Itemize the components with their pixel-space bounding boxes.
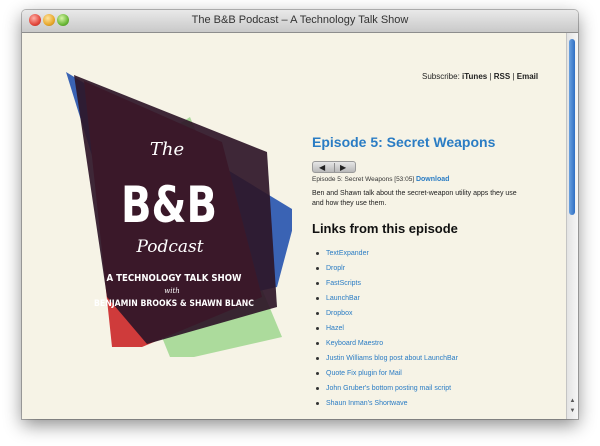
logo-tagline-text: A TECHNOLOGY TALK SHOW [107,273,242,284]
list-item: John Gruber's bottom posting mail script [312,381,458,396]
list-item: FastScripts [312,276,458,291]
rss-link[interactable]: RSS [494,72,510,81]
episode-link[interactable]: Quote Fix plugin for Mail [326,370,402,377]
episode-meta: Episode 5: Secret Weapons [53:05] Downlo… [312,176,449,183]
subscribe-separator: | [489,72,492,81]
bullet-icon [316,372,319,375]
list-item: Droplr [312,261,458,276]
logo-the-text: The [150,139,184,160]
episode-description: Ben and Shawn talk about the secret-weap… [312,190,517,207]
bullet-icon [316,252,319,255]
episode-duration: Episode 5: Secret Weapons [53:05] [312,176,415,183]
rewind-icon[interactable]: ◀ [319,163,325,172]
vertical-scrollbar[interactable]: ▲ ▼ [566,33,578,419]
bullet-icon [316,357,319,360]
episode-link[interactable]: Droplr [326,265,345,272]
scrollbar-thumb[interactable] [569,39,575,215]
bullet-icon [316,282,319,285]
subscribe-separator: | [512,72,515,81]
logo-hosts-text: BENJAMIN BROOKS & SHAWN BLANC [94,299,254,309]
bullet-icon [316,327,319,330]
episode-link[interactable]: Keyboard Maestro [326,340,383,347]
subscribe-label: Subscribe: [422,72,460,81]
links-heading: Links from this episode [312,221,458,236]
play-icon[interactable]: ▶ [340,163,346,172]
audio-player[interactable]: ◀ ▶ [312,161,356,173]
list-item: Justin Williams blog post about LaunchBa… [312,351,458,366]
logo-bb-text: B&B [121,176,217,234]
itunes-link[interactable]: iTunes [462,72,487,81]
episode-title[interactable]: Episode 5: Secret Weapons [312,134,495,150]
window-title: The B&B Podcast – A Technology Talk Show [191,14,409,26]
scroll-up-icon[interactable]: ▲ [568,397,577,406]
list-item: LaunchBar [312,291,458,306]
list-item: Dropbox [312,306,458,321]
bullet-icon [316,402,319,405]
bullet-icon [316,387,319,390]
list-item: Quote Fix plugin for Mail [312,366,458,381]
logo-podcast-text: Podcast [135,237,203,257]
scroll-down-icon[interactable]: ▼ [568,407,577,416]
title-bar[interactable]: The B&B Podcast – A Technology Talk Show [22,10,578,33]
subscribe-bar: Subscribe: iTunes | RSS | Email [422,72,538,81]
browser-window: The B&B Podcast – A Technology Talk Show… [22,10,578,419]
bullet-icon [316,312,319,315]
episode-links-list: TextExpander Droplr FastScripts LaunchBa… [312,246,458,411]
episode-link[interactable]: Shaun Inman's Shortwave [326,400,408,407]
list-item: Shaun Inman's Shortwave [312,396,458,411]
episode-link[interactable]: LaunchBar [326,295,360,302]
bullet-icon [316,267,319,270]
email-link[interactable]: Email [517,72,538,81]
episode-link[interactable]: Justin Williams blog post about LaunchBa… [326,355,458,362]
episode-link[interactable]: TextExpander [326,250,369,257]
logo-with-text: with [164,287,180,295]
episode-link[interactable]: Hazel [326,325,344,332]
download-link[interactable]: Download [416,176,449,183]
list-item: Hazel [312,321,458,336]
list-item: TextExpander [312,246,458,261]
player-divider [334,163,335,172]
list-item: Keyboard Maestro [312,336,458,351]
episode-link[interactable]: FastScripts [326,280,361,287]
page-content: The B&B Podcast A TECHNOLOGY TALK SHOW w… [22,33,567,419]
bullet-icon [316,342,319,345]
episode-link[interactable]: Dropbox [326,310,352,317]
bullet-icon [316,297,319,300]
episode-link[interactable]: John Gruber's bottom posting mail script [326,385,451,392]
podcast-logo: The B&B Podcast A TECHNOLOGY TALK SHOW w… [66,72,292,357]
